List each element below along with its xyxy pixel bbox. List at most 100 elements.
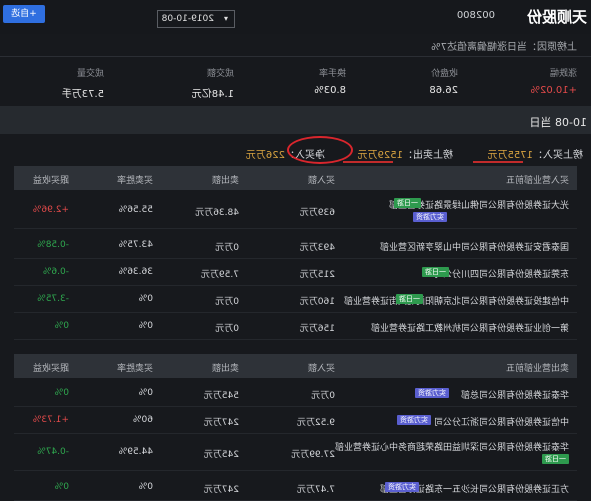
col-header: 卖出营业部前五 (505, 364, 569, 374)
stat-label: 换手率 (318, 69, 346, 79)
stat-turnover: 换手率 8.03% (266, 66, 346, 96)
win-rate: 43.75% (118, 240, 153, 250)
sell-amount: 48.36万元 (195, 208, 239, 218)
sell-amount: 7.59万元 (200, 270, 239, 280)
buy-table-header: 买入营业部前五 买入额 卖出额 买卖胜率 跟买收益 (14, 166, 577, 190)
sell-amount: 0万元 (215, 297, 239, 307)
buy-underline (473, 161, 523, 163)
stat-value: +10.02% (530, 85, 577, 96)
sell-amount: 0万元 (215, 243, 239, 253)
col-header: 跟买收益 (32, 364, 69, 374)
win-rate: 0% (138, 294, 153, 304)
stat-value: 1.48亿元 (191, 89, 234, 100)
date-selector[interactable]: 2019-10-08 ▾ (157, 10, 235, 28)
follow-return: 0% (54, 482, 69, 492)
col-header: 买入额 (307, 364, 335, 374)
date-bar: 10-08 当日 (0, 106, 591, 134)
sell-underline (343, 161, 393, 163)
stock-name: 天顺股份 (526, 8, 587, 26)
buy-amount: 639万元 (299, 208, 335, 218)
stat-label: 收盘价 (430, 69, 458, 79)
follow-return: -0.58% (37, 240, 69, 250)
sell-table-header: 卖出营业部前五 买入额 卖出额 买卖胜率 跟买收益 (14, 354, 577, 378)
summary-buy-label: 榜上买入： (533, 150, 583, 161)
follow-return: 0% (54, 321, 69, 331)
summary-sell-label: 榜上卖出： (403, 150, 453, 161)
stat-value: 26.68 (429, 85, 458, 96)
table-row[interactable]: 国泰君安证券股份有限公司中山翠亨新区营业部 493万元 0万元 43.75% -… (14, 232, 577, 259)
summary-buy: 榜上买入：1755万元 (488, 146, 583, 161)
table-row[interactable]: 中信证券股份有限公司浙江分公司 实力游资 9.52万元 247万元 60% +1… (14, 407, 577, 434)
tag-badge: 一日游 (422, 267, 449, 277)
buy-amount: 27.99万元 (291, 450, 335, 460)
follow-return: +1.73% (32, 415, 69, 425)
buy-amount: 9.52万元 (296, 418, 335, 428)
broker-name: 第一创业证券股份有限公司杭州教工路证券营业部 (370, 324, 569, 334)
sell-amount: 545万元 (203, 391, 239, 401)
table-row[interactable]: 华泰证券股份有限公司深圳益田路荣超商务中心证券营业部 一日游 27.99万元 2… (14, 434, 577, 471)
stat-amount: 成交额 1.48亿元 (154, 66, 234, 100)
chevron-down-icon: ▾ (223, 14, 228, 23)
table-row[interactable]: 中信建投证券股份有限公司北京朝阳门北大街证券营业部 一日游 160万元 0万元 … (14, 286, 577, 313)
tag-badge: 一日游 (394, 198, 421, 208)
stat-value: 8.03% (314, 85, 346, 96)
buy-amount: 493万元 (299, 243, 335, 253)
win-rate: 0% (138, 388, 153, 398)
tag-badge: 实力游资 (413, 212, 447, 222)
summary-sell: 榜上卖出：1529万元 (358, 146, 453, 161)
stat-label: 成交量 (76, 69, 104, 79)
header-bar: +自选 2019-10-08 ▾ 天顺股份 002800 (0, 0, 591, 34)
stat-label: 成交额 (206, 69, 234, 79)
col-header: 买卖胜率 (116, 364, 153, 374)
win-rate: 60% (132, 415, 153, 425)
tag-badge: 一日游 (396, 294, 423, 304)
stock-code: 002800 (456, 10, 495, 21)
tag-badge: 实力游资 (415, 388, 449, 398)
col-header: 买卖胜率 (116, 176, 153, 186)
win-rate: 44.59% (118, 447, 153, 457)
sell-amount: 247万元 (203, 485, 239, 495)
sell-amount: 247万元 (203, 418, 239, 428)
listing-reason: 上榜原因：当日涨幅偏离值达7% (431, 42, 577, 53)
add-watchlist-button[interactable]: +自选 (3, 5, 45, 23)
tag-badge: 一日游 (542, 454, 569, 464)
win-rate: 0% (138, 321, 153, 331)
broker-name: 中信证券股份有限公司浙江分公司 (433, 418, 569, 428)
win-rate: 55.56% (118, 205, 153, 215)
broker-name: 中信建投证券股份有限公司北京朝阳门北大街证券营业部 (343, 297, 569, 307)
summary-net-value: 226万元 (245, 150, 285, 161)
table-row[interactable]: 光大证券股份有限公司佛山绿景路证券营业部 一日游 实力游资 639万元 48.3… (14, 192, 577, 229)
buy-amount: 215万元 (299, 270, 335, 280)
buy-amount: 156万元 (299, 324, 335, 334)
col-header: 卖出额 (211, 364, 239, 374)
table-row[interactable]: 方正证券股份有限公司长沙五一东路证券营业部 实力游资 7.47万元 247万元 … (14, 474, 577, 501)
col-header: 买入营业部前五 (505, 176, 569, 186)
win-rate: 36.36% (118, 267, 153, 277)
col-header: 跟买收益 (32, 176, 69, 186)
col-header: 卖出额 (211, 176, 239, 186)
broker-name: 华泰证券股份有限公司总部 (460, 391, 569, 401)
table-row[interactable]: 第一创业证券股份有限公司杭州教工路证券营业部 156万元 0万元 0% 0% (14, 313, 577, 340)
stat-change: 涨跌幅 +10.02% (497, 66, 577, 96)
broker-name: 东莞证券股份有限公司四川分公司 (433, 270, 569, 280)
follow-return: -3.75% (37, 294, 69, 304)
stat-value: 5.73万手 (61, 89, 104, 100)
date-bar-label: 10-08 当日 (529, 116, 587, 129)
tag-badge: 实力游资 (397, 415, 431, 425)
divider (0, 56, 591, 57)
win-rate: 0% (138, 482, 153, 492)
summary-sell-value: 1529万元 (357, 150, 403, 161)
follow-return: +2.96% (32, 205, 69, 215)
mirrored-screen: +自选 2019-10-08 ▾ 天顺股份 002800 上榜原因：当日涨幅偏离… (0, 0, 591, 501)
buy-amount: 7.47万元 (296, 485, 335, 495)
buy-amount: 0万元 (311, 391, 335, 401)
stat-label: 涨跌幅 (549, 69, 577, 79)
sell-amount: 245万元 (203, 450, 239, 460)
broker-name: 国泰君安证券股份有限公司中山翠亨新区营业部 (379, 243, 569, 253)
tag-badge: 实力游资 (385, 482, 419, 492)
table-row[interactable]: 华泰证券股份有限公司总部 实力游资 0万元 545万元 0% 0% (14, 380, 577, 407)
sell-amount: 0万元 (215, 324, 239, 334)
table-row[interactable]: 东莞证券股份有限公司四川分公司 一日游 215万元 7.59万元 36.36% … (14, 259, 577, 286)
follow-return: -0.6% (42, 267, 69, 277)
highlight-circle (287, 136, 353, 164)
